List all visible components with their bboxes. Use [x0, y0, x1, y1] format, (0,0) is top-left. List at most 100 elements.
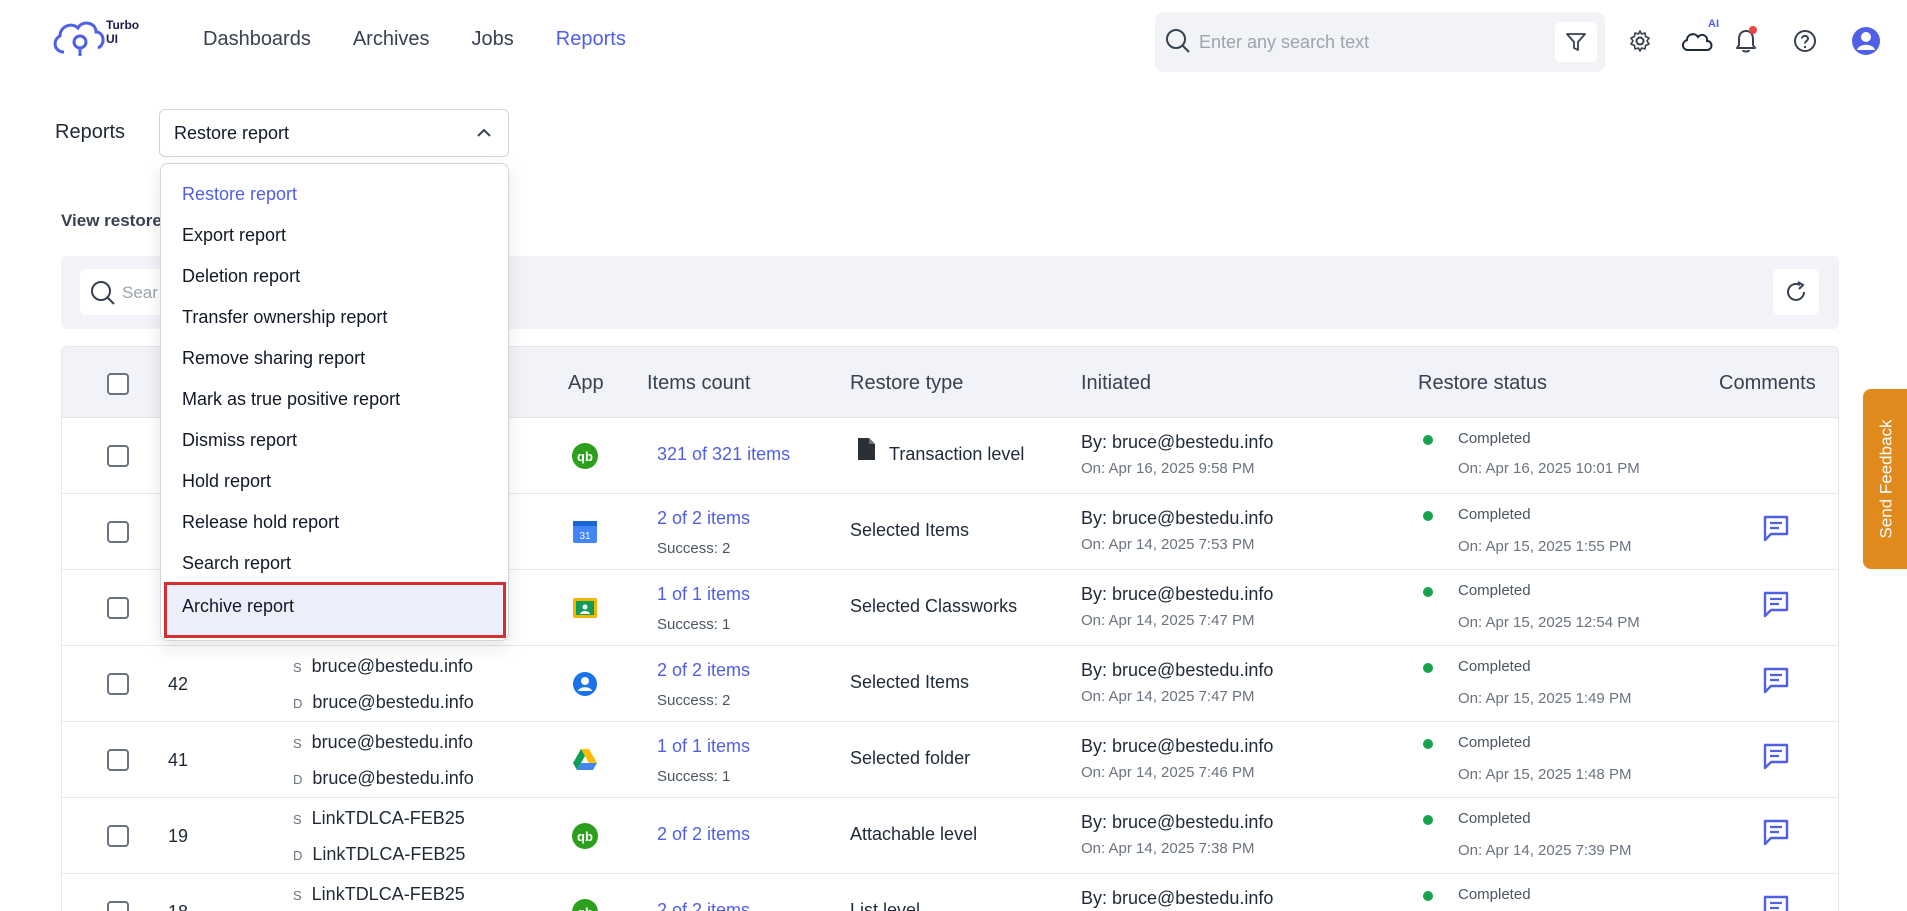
items-count-link[interactable]: 321 of 321 items [657, 444, 790, 465]
menu-item-hold-report[interactable]: Hold report [182, 471, 271, 492]
table-row[interactable]: 18 SLinkTDLCA-FEB25 qb 2 of 2 items List… [62, 873, 1838, 911]
row-checkbox[interactable] [107, 825, 129, 847]
success-count: Success: 1 [657, 768, 731, 785]
comment-icon[interactable] [1762, 666, 1790, 694]
initiated-on: On: Apr 14, 2025 7:38 PM [1081, 840, 1255, 857]
report-select-value: Restore report [174, 123, 290, 143]
google-calendar-icon: 31 [573, 521, 597, 543]
filter-button[interactable] [1555, 22, 1597, 62]
nav-dashboards[interactable]: Dashboards [203, 28, 311, 51]
restore-type: Selected Items [850, 520, 970, 540]
report-type-select[interactable]: Restore report [159, 109, 509, 157]
main-nav: Dashboards Archives Jobs Reports [203, 28, 668, 51]
comment-icon[interactable] [1762, 590, 1790, 618]
nav-archives[interactable]: Archives [353, 28, 430, 51]
settings-button[interactable] [1623, 24, 1657, 58]
items-count-link[interactable]: 2 of 2 items [657, 900, 750, 911]
comment-icon[interactable] [1762, 742, 1790, 770]
menu-item-mark-true-positive-report[interactable]: Mark as true positive report [182, 389, 400, 410]
svg-text:qb: qb [577, 905, 593, 911]
restore-type: Transaction level [889, 444, 1025, 464]
google-contacts-icon [573, 672, 597, 696]
source-account: Sbruce@bestedu.info [293, 732, 474, 752]
success-count: Success: 2 [657, 540, 731, 557]
initiated-on: On: Apr 14, 2025 7:46 PM [1081, 764, 1255, 781]
comment-icon[interactable] [1762, 514, 1790, 542]
nav-jobs[interactable]: Jobs [472, 28, 514, 51]
menu-item-search-report[interactable]: Search report [182, 553, 291, 574]
menu-item-dismiss-report[interactable]: Dismiss report [182, 430, 297, 451]
status-dot [1423, 435, 1433, 445]
select-all-checkbox[interactable] [107, 373, 129, 395]
restore-type: Selected Items [850, 672, 970, 692]
row-checkbox[interactable] [107, 521, 129, 543]
filter-icon [1566, 33, 1586, 51]
status-on: On: Apr 15, 2025 1:49 PM [1458, 690, 1632, 707]
items-count-link[interactable]: 1 of 1 items [657, 584, 750, 605]
status-on: On: Apr 15, 2025 1:55 PM [1458, 538, 1632, 555]
menu-item-deletion-report[interactable]: Deletion report [182, 266, 300, 287]
initiated-on: On: Apr 16, 2025 9:58 PM [1081, 460, 1255, 477]
send-feedback-tab[interactable]: Send Feedback [1863, 389, 1907, 569]
initiated-by: By: bruce@bestedu.info [1081, 736, 1274, 756]
header-items-count: Items count [647, 372, 751, 394]
items-count-link[interactable]: 2 of 2 items [657, 824, 750, 845]
status-text: Completed [1458, 658, 1531, 675]
cloud-icon [1682, 33, 1713, 51]
row-checkbox[interactable] [107, 901, 129, 911]
refresh-button[interactable] [1773, 269, 1819, 315]
quickbooks-icon: qb [572, 443, 598, 469]
status-dot [1423, 663, 1433, 673]
table-row[interactable]: 19 S LinkTDLCA-FEB25 D LinkTDLCA-FEB25 qb … [62, 797, 1838, 873]
row-checkbox[interactable] [107, 445, 129, 467]
comment-icon[interactable] [1762, 894, 1790, 911]
row-checkbox[interactable] [107, 749, 129, 771]
turbo-ui-logo[interactable]: Turbo UI [50, 16, 150, 64]
menu-item-remove-sharing-report[interactable]: Remove sharing report [182, 348, 365, 369]
items-count-link[interactable]: 2 of 2 items [657, 660, 750, 681]
menu-item-transfer-ownership-report[interactable]: Transfer ownership report [182, 307, 387, 328]
status-on: On: Apr 14, 2025 7:39 PM [1458, 842, 1632, 859]
initiated-on: On: Apr 14, 2025 7:47 PM [1081, 612, 1255, 629]
header-initiated: Initiated [1081, 372, 1152, 394]
user-avatar-icon [1852, 27, 1880, 55]
row-id: 18 [168, 902, 188, 911]
menu-item-restore-report[interactable]: Restore report [182, 184, 297, 205]
destination-account: Dbruce@bestedu.info [293, 692, 474, 712]
menu-item-export-report[interactable]: Export report [182, 225, 286, 246]
ai-cloud-button[interactable]: AI [1677, 18, 1719, 58]
restore-type: List level [850, 900, 921, 911]
destination-account: Dbruce@bestedu.info [293, 768, 474, 788]
menu-item-release-hold-report[interactable]: Release hold report [182, 512, 339, 533]
table-row[interactable]: 41 Sbruce@bestedu.info Dbruce@bestedu.in… [62, 721, 1838, 797]
help-button[interactable] [1788, 24, 1822, 58]
global-search-input[interactable] [1199, 26, 1529, 58]
nav-reports[interactable]: Reports [556, 28, 626, 51]
restore-type: Selected folder [850, 748, 971, 768]
svg-text:qb: qb [577, 449, 593, 464]
help-icon [1794, 30, 1816, 52]
row-id: 19 [168, 826, 189, 846]
source-account: Sbruce@bestedu.info [293, 656, 474, 676]
status-dot [1423, 587, 1433, 597]
status-dot [1423, 815, 1433, 825]
notifications-button[interactable] [1729, 24, 1763, 58]
status-on: On: Apr 16, 2025 10:01 PM [1458, 460, 1640, 477]
user-avatar-button[interactable] [1849, 24, 1883, 58]
items-count-link[interactable]: 2 of 2 items [657, 508, 750, 529]
comment-icon[interactable] [1762, 818, 1790, 846]
table-row[interactable]: 42 Sbruce@bestedu.info Dbruce@bestedu.in… [62, 645, 1838, 721]
status-text: Completed [1458, 582, 1531, 599]
document-icon [858, 438, 875, 460]
menu-item-archive-report[interactable]: Archive report [182, 596, 294, 617]
initiated-by: By: bruce@bestedu.info [1081, 432, 1274, 452]
initiated-on: On: Apr 14, 2025 7:47 PM [1081, 688, 1255, 705]
global-search-bar [1155, 12, 1605, 72]
row-checkbox[interactable] [107, 597, 129, 619]
items-count-link[interactable]: 1 of 1 items [657, 736, 750, 757]
svg-text:qb: qb [577, 829, 593, 844]
source-account: S LinkTDLCA-FEB25 [293, 884, 465, 904]
status-on: On: Apr 15, 2025 1:48 PM [1458, 766, 1632, 783]
destination-account: D LinkTDLCA-FEB25 [293, 844, 466, 864]
row-checkbox[interactable] [107, 673, 129, 695]
